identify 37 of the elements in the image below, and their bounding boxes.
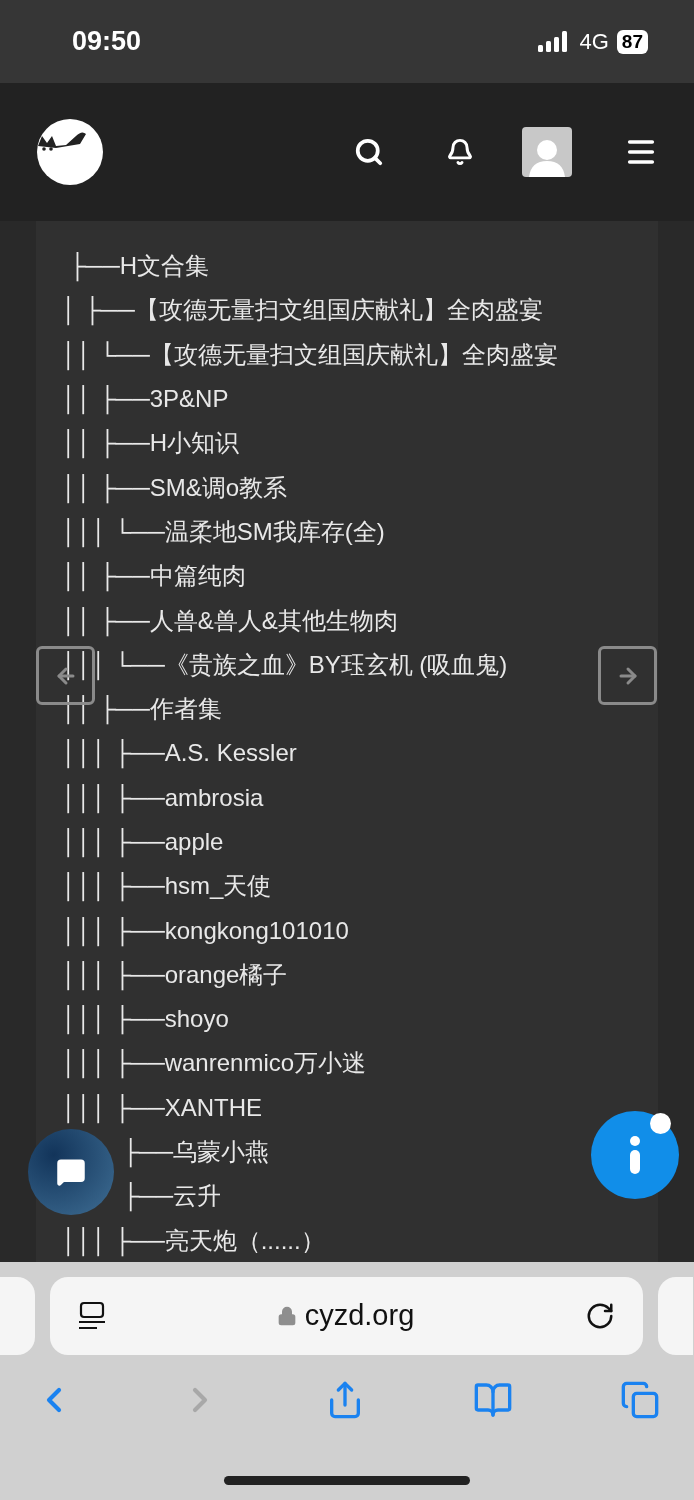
next-button[interactable]: [598, 646, 657, 705]
tree-line: ├──云升: [122, 1181, 221, 1212]
tabs-icon[interactable]: [620, 1380, 660, 1420]
tree-line: ││ ├──3P&NP: [62, 384, 229, 415]
address-bar[interactable]: cyzd.org: [50, 1277, 643, 1355]
tree-line: │││ ├──ambrosia: [62, 782, 264, 813]
tree-line: │││ ├──hsm_天使: [62, 871, 272, 902]
tree-line: │││ ├──A.S. Kessler: [62, 738, 297, 769]
url-text: cyzd.org: [304, 1298, 415, 1334]
tree-line: │││ └──《贵族之血》BY珏玄机 (吸血鬼): [62, 649, 508, 680]
tree-line: ││ ├──人兽&兽人&其他生物肉: [62, 605, 398, 636]
bell-icon[interactable]: [446, 138, 474, 166]
tree-line: │││ ├──亮天炮（......）: [62, 1225, 325, 1256]
reader-icon[interactable]: [78, 1301, 106, 1331]
tree-line: │││ ├──orange橘子: [62, 959, 288, 990]
search-icon[interactable]: [354, 137, 384, 167]
tree-line: │││ ├──XANTHE: [62, 1092, 263, 1123]
info-icon: [628, 1136, 642, 1174]
chat-icon: [56, 1157, 86, 1187]
network-label: 4G: [579, 28, 609, 56]
tree-line: ├──乌蒙小燕: [122, 1137, 269, 1168]
lock-icon: [276, 1305, 297, 1327]
tree-line: │ ├──【攻德无量扫文组国庆献礼】全肉盛宴: [62, 295, 543, 326]
tree-line: ││ ├──H小知识: [62, 428, 239, 459]
cat-logo: [36, 118, 104, 186]
tree-line: │││ ├──shoyo: [62, 1004, 229, 1035]
battery-indicator: 87: [616, 29, 648, 54]
tree-line: │││ ├──wanrenmico万小迷: [62, 1048, 367, 1079]
tree-line: ├──H文合集: [67, 251, 209, 282]
tree-line: ││ ├──中篇纯肉: [62, 561, 246, 592]
tree-line: │││ └──温柔地SM我库存(全): [62, 516, 385, 547]
tree-line: ││ ├──SM&调o教系: [62, 472, 288, 503]
tree-line: │││ ├──kongkong101010: [62, 915, 349, 946]
status-time: 09:50: [72, 25, 142, 59]
tree-line: │││ ├──apple: [62, 827, 224, 857]
tree-line: ││ └──【攻德无量扫文组国庆献礼】全肉盛宴: [62, 339, 558, 370]
reload-icon[interactable]: [585, 1301, 615, 1331]
